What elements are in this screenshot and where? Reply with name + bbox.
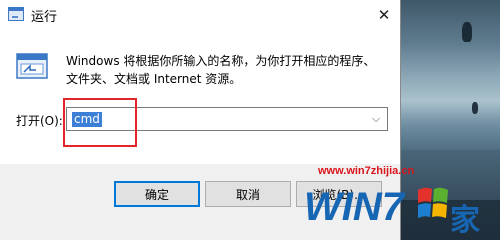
run-app-icon bbox=[8, 7, 24, 21]
close-icon: ✕ bbox=[377, 6, 391, 24]
annotation-highlight-box bbox=[63, 98, 137, 147]
window-title: 运行 bbox=[31, 10, 58, 25]
watermark-logo-text: WIN7 bbox=[304, 185, 406, 229]
description: Windows 将根据你所输入的名称，为你打开相应的程序、 文件夹、文档或 In… bbox=[66, 52, 386, 88]
description-line-2: 文件夹、文档或 Internet 资源。 bbox=[66, 72, 242, 86]
description-line-1: Windows 将根据你所输入的名称，为你打开相应的程序、 bbox=[66, 54, 376, 68]
cancel-button[interactable]: 取消 bbox=[205, 181, 291, 207]
dialog-body: Windows 将根据你所输入的名称，为你打开相应的程序、 文件夹、文档或 In… bbox=[0, 30, 400, 164]
desktop-figure-small bbox=[472, 102, 478, 114]
open-label: 打开(O): bbox=[16, 114, 63, 128]
watermark-url: www.win7zhijia.cn bbox=[318, 165, 415, 177]
ok-button[interactable]: 确定 bbox=[114, 181, 200, 207]
desktop-figure bbox=[462, 22, 472, 42]
close-button[interactable]: ✕ bbox=[368, 0, 400, 30]
run-icon bbox=[16, 53, 48, 79]
chevron-down-icon[interactable]: ⌵ bbox=[369, 111, 383, 127]
title-bar[interactable]: 运行 ✕ bbox=[0, 0, 400, 30]
watermark-logo-char: 家 bbox=[450, 203, 480, 236]
watermark-logo: WIN7 家 bbox=[304, 185, 480, 236]
windows-flag-icon bbox=[418, 187, 448, 218]
